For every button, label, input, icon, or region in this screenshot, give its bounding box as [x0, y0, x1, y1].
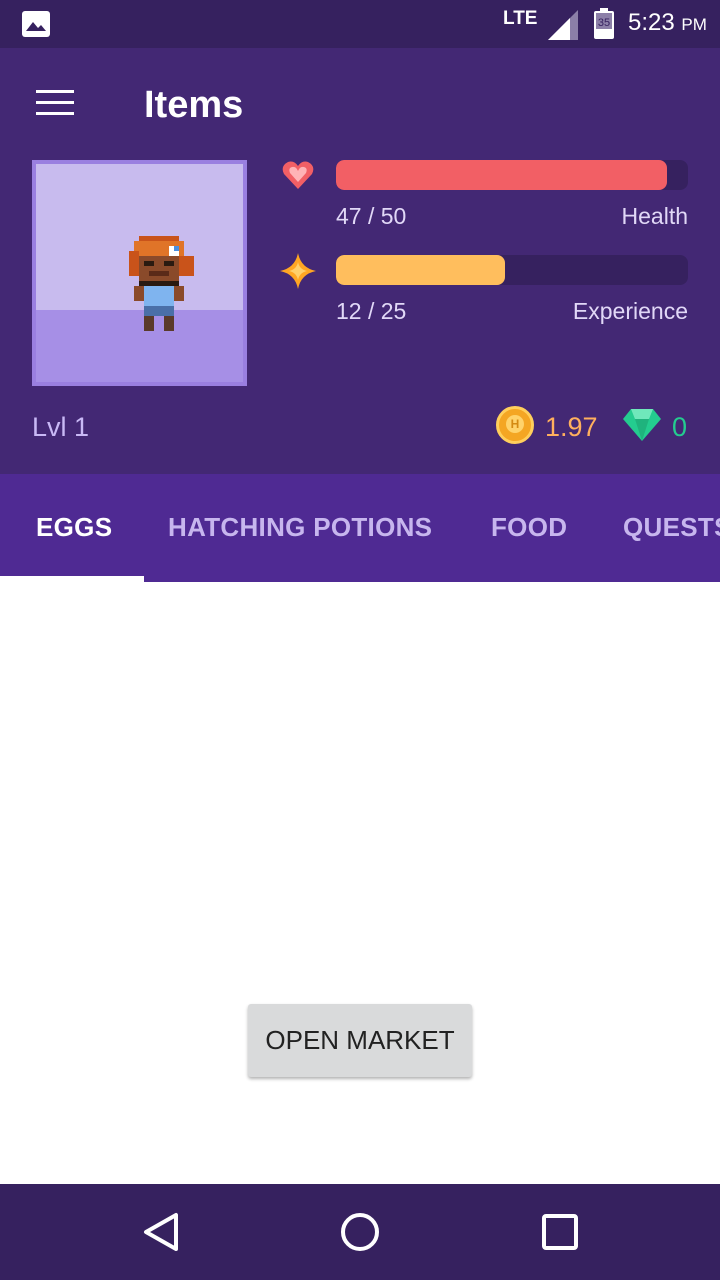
battery-icon: 35	[593, 8, 615, 40]
avatar-sprite	[129, 236, 194, 331]
health-label: Health	[621, 203, 688, 229]
gold-amount: 1.97	[545, 412, 598, 442]
health-value: 47 / 50	[336, 203, 407, 229]
experience-label: Experience	[572, 298, 688, 324]
health-bar	[336, 160, 688, 190]
image-notification-icon	[22, 11, 50, 37]
tab-hatching-potions[interactable]: HATCHING POTIONS	[168, 512, 432, 543]
recents-icon[interactable]	[541, 1212, 579, 1252]
tab-quests[interactable]: QUESTS	[623, 512, 720, 543]
status-bar: LTE 35 5:23 PM	[0, 0, 720, 48]
active-tab-indicator	[0, 576, 144, 582]
open-market-button[interactable]: OPEN MARKET	[248, 1004, 472, 1077]
heart-icon	[282, 161, 314, 189]
clock-ampm: PM	[681, 15, 707, 34]
clock: 5:23 PM	[628, 9, 707, 37]
gem-icon	[623, 409, 661, 441]
tab-bar: EGGS HATCHING POTIONS FOOD QUESTS	[0, 474, 720, 582]
experience-bar-fill	[336, 255, 505, 285]
tab-eggs[interactable]: EGGS	[36, 512, 112, 543]
level-label: Lvl 1	[32, 412, 90, 442]
star-icon	[280, 253, 316, 289]
battery-level: 35	[598, 17, 610, 29]
avatar[interactable]	[32, 160, 247, 386]
home-icon[interactable]	[340, 1212, 380, 1252]
experience-bar	[336, 255, 688, 285]
gold-coin-icon	[496, 406, 534, 444]
clock-time: 5:23	[628, 9, 675, 36]
hamburger-menu-icon[interactable]	[36, 90, 76, 120]
gem-amount: 0	[672, 412, 688, 442]
navigation-bar	[0, 1184, 720, 1280]
network-type: LTE	[503, 8, 538, 29]
tab-food[interactable]: FOOD	[491, 512, 567, 543]
page-title: Items	[144, 84, 244, 126]
signal-icon	[548, 10, 578, 40]
experience-value: 12 / 25	[336, 298, 407, 324]
health-bar-fill	[336, 160, 667, 190]
back-icon[interactable]	[142, 1212, 180, 1252]
header: Items 47 / 50 Health 12 / 25 Experience …	[0, 48, 720, 474]
